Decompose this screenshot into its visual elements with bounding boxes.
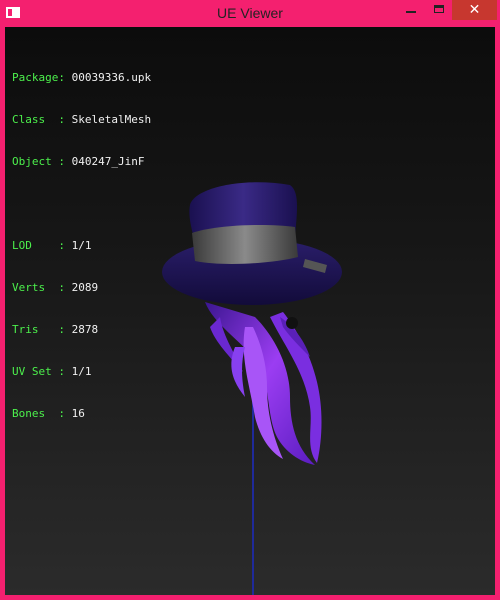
skeletal-mesh-model[interactable] (5, 27, 495, 595)
3d-viewport[interactable]: Package: 00039336.upk Class : SkeletalMe… (5, 27, 495, 595)
hair-strands (205, 302, 322, 465)
minimize-button[interactable] (397, 0, 425, 20)
hat-band (192, 225, 298, 264)
maximize-button[interactable] (425, 0, 453, 20)
hat-pin (286, 317, 298, 329)
close-button[interactable]: ✕ (452, 0, 497, 20)
title-bar[interactable]: UE Viewer ✕ (0, 0, 500, 27)
app-window: UE Viewer ✕ Package: 00039336.upk Class … (0, 0, 500, 600)
